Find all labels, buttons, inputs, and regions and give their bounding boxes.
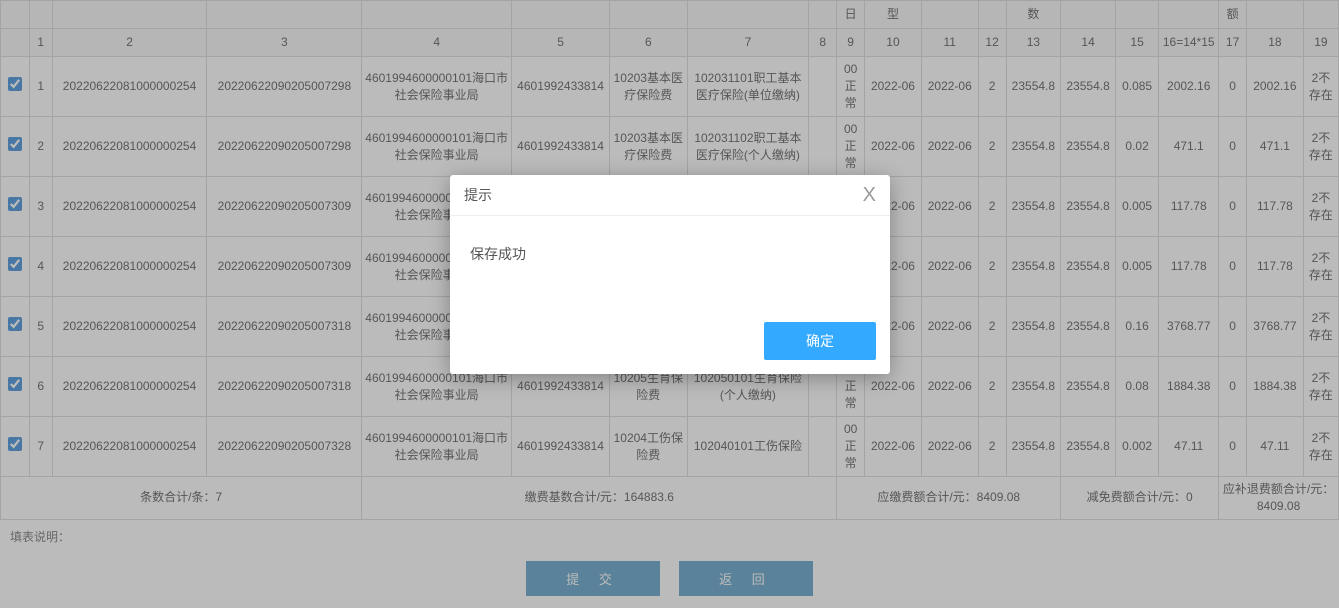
dialog-title: 提示 bbox=[464, 185, 492, 205]
dialog-header: 提示 X bbox=[450, 175, 890, 216]
confirm-button[interactable]: 确定 bbox=[764, 322, 876, 360]
dialog: 提示 X 保存成功 确定 bbox=[450, 175, 890, 374]
dialog-footer: 确定 bbox=[450, 312, 890, 374]
close-icon[interactable]: X bbox=[863, 185, 876, 205]
dialog-message: 保存成功 bbox=[450, 216, 890, 312]
